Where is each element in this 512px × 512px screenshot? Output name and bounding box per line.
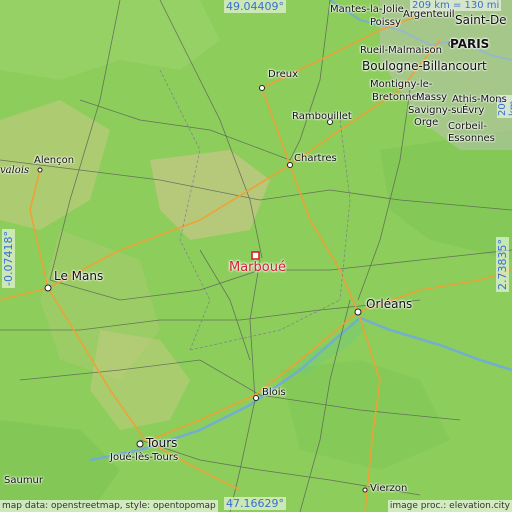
place-massy[interactable]: Massy [416,93,447,103]
place-valois[interactable]: valois [0,166,29,176]
place-blois[interactable]: Blois [262,388,286,398]
place-le-mans[interactable]: Le Mans [54,270,103,282]
attribution-left: map data: openstreetmap, style: opentopo… [0,500,218,512]
place-paris[interactable]: PARIS [450,38,489,50]
place-mantes[interactable]: Mantes-la-Jolie [330,5,404,15]
place-savigny[interactable]: Savigny-sur- [408,106,470,116]
place-argenteuil[interactable]: Argenteuil [403,10,455,20]
place-saumur[interactable]: Saumur [4,476,43,486]
terrain-layer [0,0,512,512]
attribution-right: image proc.: elevation.city [387,500,512,512]
place-saint-denis[interactable]: Saint-De [455,14,507,26]
place-poissy[interactable]: Poissy [370,18,401,28]
place-evry[interactable]: Évry [462,106,484,116]
target-label[interactable]: Marboué [229,261,286,274]
place-joue[interactable]: Joué-lès-Tours [110,453,178,463]
place-dreux[interactable]: Dreux [268,70,298,80]
place-rambouillet[interactable]: Rambouillet [292,112,352,122]
place-essonnes[interactable]: Essonnes [448,134,495,144]
place-tours[interactable]: Tours [146,437,177,449]
place-chartres[interactable]: Chartres [294,154,337,164]
place-montigny[interactable]: Montigny-le- [370,80,432,90]
coord-right: 2.73835° [496,237,509,292]
place-alencon[interactable]: Alençon [34,156,74,166]
map-canvas[interactable]: 49.04409° 47.16629° -0.07418° 2.73835° 2… [0,0,512,512]
coord-bottom: 47.16629° [224,497,286,510]
place-corbeil[interactable]: Corbeil- [448,122,487,132]
place-athis[interactable]: Athis-Mons [452,95,507,105]
place-orge[interactable]: Orge [414,118,438,128]
place-boulogne[interactable]: Boulogne-Billancourt [362,60,487,72]
place-rueil[interactable]: Rueil-Malmaison [360,46,442,56]
coord-left: -0.07418° [2,229,15,288]
coord-top: 49.04409° [224,0,286,13]
place-orleans[interactable]: Orléans [366,298,412,310]
target-marker [251,251,260,260]
place-vierzon[interactable]: Vierzon [370,484,407,494]
